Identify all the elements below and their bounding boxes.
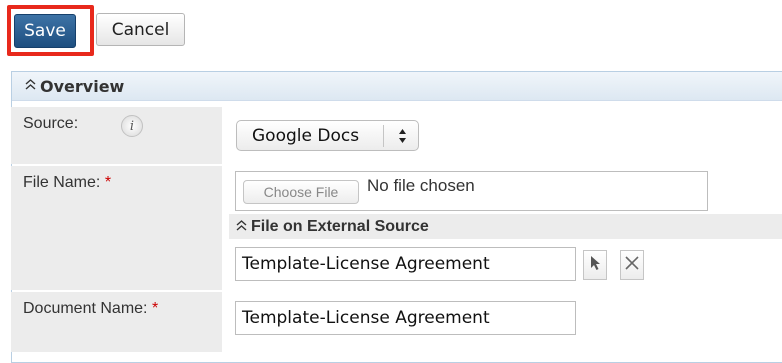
double-chevron-up-icon[interactable] — [25, 79, 36, 93]
cursor-arrow-icon — [589, 255, 601, 275]
external-source-header[interactable]: File on External Source — [229, 214, 782, 239]
choose-file-button[interactable]: Choose File — [243, 180, 359, 204]
action-bar: Save Cancel — [0, 0, 782, 62]
file-name-label-cell: File Name: * — [11, 166, 222, 290]
clear-external-file-button[interactable] — [620, 250, 644, 280]
file-upload-field: Choose File No file chosen — [235, 171, 708, 211]
document-name-label-cell: Document Name: * — [11, 292, 222, 352]
document-name-label: Document Name: * — [23, 300, 159, 317]
external-source-title: File on External Source — [251, 217, 429, 235]
source-select[interactable]: Google Docs — [236, 120, 419, 151]
select-external-file-button[interactable] — [583, 250, 607, 280]
source-label: Source: — [23, 115, 79, 132]
document-name-input[interactable]: Template-License Agreement — [235, 301, 576, 335]
info-icon[interactable]: i — [121, 115, 143, 137]
select-divider — [383, 125, 384, 147]
source-select-value: Google Docs — [252, 125, 360, 146]
double-chevron-up-icon[interactable] — [236, 219, 247, 234]
required-marker: * — [104, 174, 112, 191]
up-down-arrows-icon — [385, 123, 419, 149]
close-x-icon — [624, 255, 640, 275]
file-name-label: File Name: * — [23, 174, 112, 191]
external-file-input[interactable]: Template-License Agreement — [235, 247, 576, 281]
overview-panel-header[interactable]: Overview — [12, 72, 782, 101]
overview-title: Overview — [40, 76, 125, 96]
cancel-button[interactable]: Cancel — [96, 13, 185, 46]
file-status-text: No file chosen — [367, 176, 475, 195]
required-marker: * — [151, 300, 159, 317]
source-label-cell: Source: i — [11, 107, 222, 164]
save-button[interactable]: Save — [14, 14, 76, 48]
